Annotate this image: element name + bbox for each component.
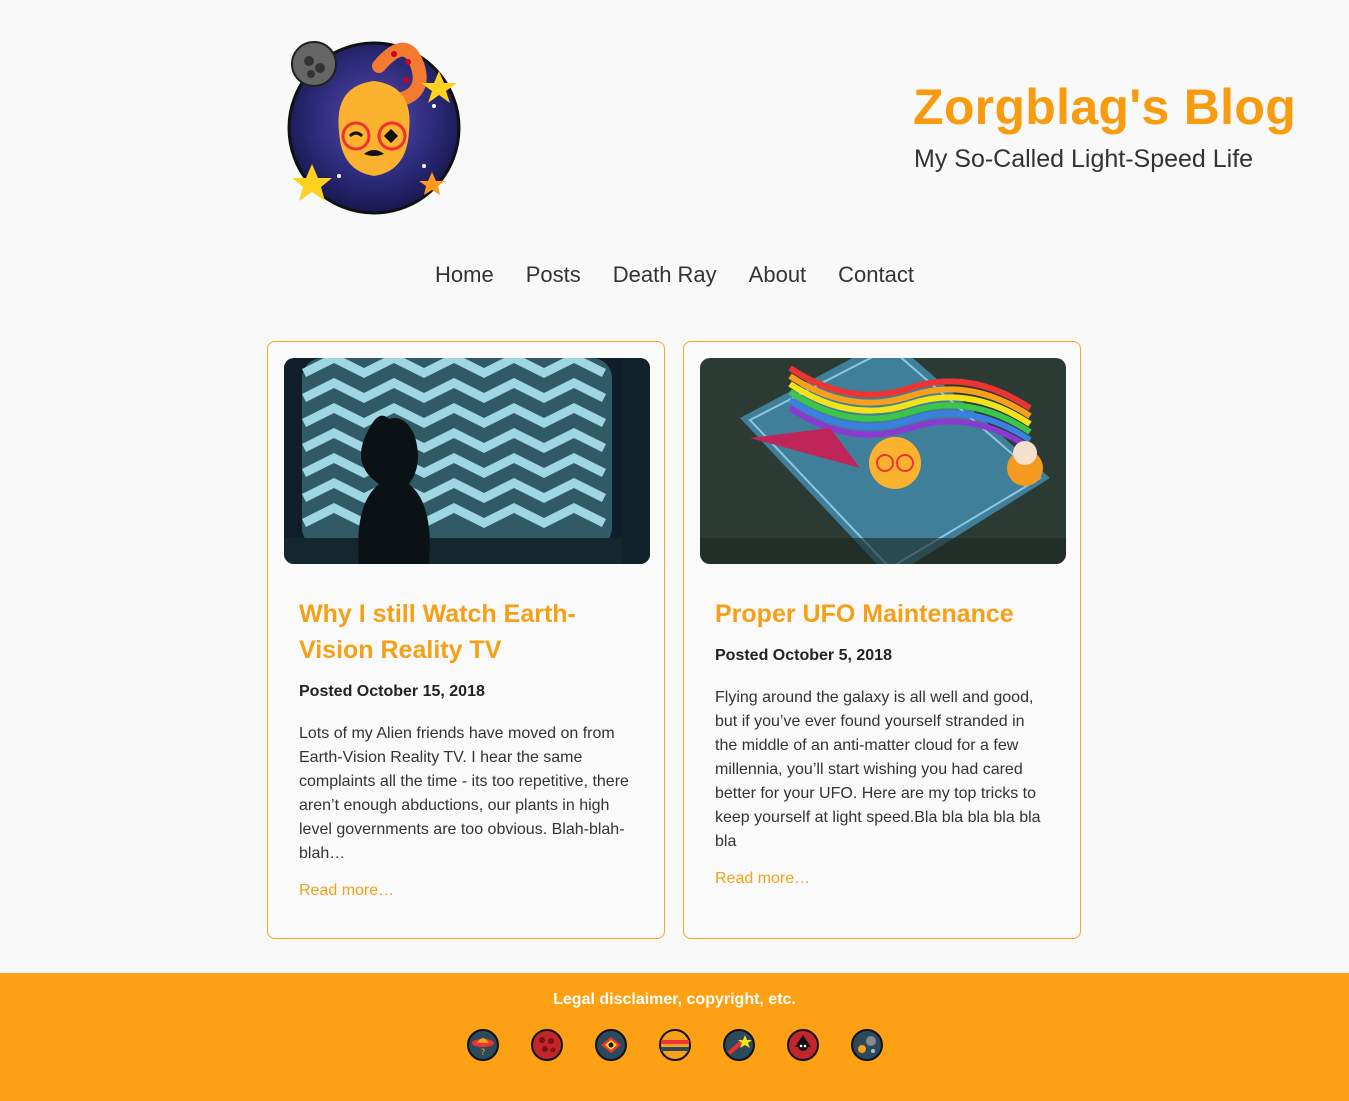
- post-excerpt: Lots of my Alien friends have moved on f…: [299, 725, 629, 862]
- eye-planet-icon[interactable]: [594, 1029, 627, 1061]
- nav-death-ray[interactable]: Death Ray: [613, 262, 717, 288]
- site-header: Zorgblag's Blog My So-Called Light-Speed…: [0, 0, 1349, 240]
- ufo-maintenance-image[interactable]: [700, 358, 1066, 564]
- tv-silhouette-image[interactable]: [284, 358, 650, 564]
- site-title[interactable]: Zorgblag's Blog: [913, 78, 1296, 136]
- nav-home[interactable]: Home: [435, 262, 494, 288]
- nav-contact[interactable]: Contact: [838, 262, 914, 288]
- post-date: Posted October 15, 2018: [299, 683, 485, 700]
- red-planet-icon[interactable]: [530, 1029, 563, 1061]
- read-more-link[interactable]: Read more…: [299, 882, 394, 899]
- post-title[interactable]: Why I still Watch Earth-Vision Reality T…: [299, 596, 634, 668]
- post-card: Proper UFO Maintenance Posted October 5,…: [683, 341, 1081, 939]
- asteroid-icon[interactable]: [850, 1029, 883, 1061]
- post-card: Why I still Watch Earth-Vision Reality T…: [267, 341, 665, 939]
- alien-avatar-logo[interactable]: [284, 36, 464, 216]
- post-title[interactable]: Proper UFO Maintenance: [715, 596, 1050, 632]
- nav-about[interactable]: About: [749, 262, 807, 288]
- post-date: Posted October 5, 2018: [715, 647, 892, 664]
- striped-planet-icon[interactable]: [658, 1029, 691, 1061]
- read-more-link[interactable]: Read more…: [715, 870, 810, 887]
- comet-icon[interactable]: [722, 1029, 755, 1061]
- skull-planet-icon[interactable]: [786, 1029, 819, 1061]
- svg-text:?: ?: [480, 1048, 485, 1058]
- main-nav: Home Posts Death Ray About Contact: [0, 262, 1349, 288]
- social-icons: ?: [0, 1029, 1349, 1061]
- nav-posts[interactable]: Posts: [526, 262, 581, 288]
- site-footer: Legal disclaimer, copyright, etc. ?: [0, 973, 1349, 1101]
- post-excerpt: Flying around the galaxy is all well and…: [715, 689, 1041, 850]
- ufo-icon[interactable]: ?: [466, 1029, 499, 1061]
- post-card-body: Why I still Watch Earth-Vision Reality T…: [299, 596, 634, 900]
- post-card-body: Proper UFO Maintenance Posted October 5,…: [715, 596, 1050, 888]
- legal-disclaimer: Legal disclaimer, copyright, etc.: [553, 991, 796, 1008]
- site-subtitle: My So-Called Light-Speed Life: [914, 145, 1254, 173]
